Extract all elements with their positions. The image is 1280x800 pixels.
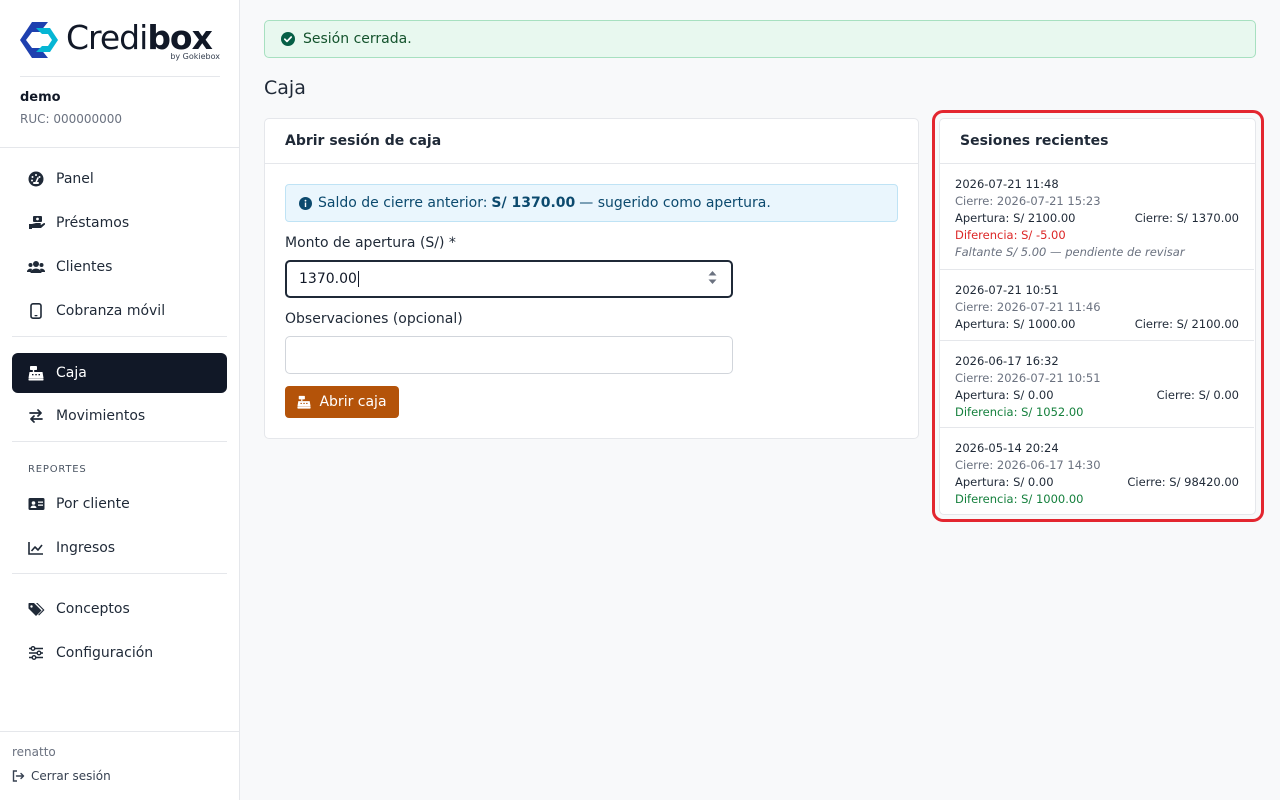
amount-label: Monto de apertura (S/) *: [285, 235, 456, 251]
notes-label: Observaciones (opcional): [285, 311, 463, 327]
nav-label: Cobranza móvil: [56, 303, 166, 319]
current-user-name: renatto: [12, 745, 56, 759]
check-circle-icon: [281, 32, 295, 46]
nav-item-settings[interactable]: Configuración: [12, 633, 227, 673]
nav-item-mobile[interactable]: Cobranza móvil: [12, 291, 227, 331]
nav-label: Configuración: [56, 645, 154, 661]
open-session-header: Abrir sesión de caja: [265, 119, 918, 164]
alert-message: Sesión cerrada.: [303, 31, 412, 47]
divider: [0, 731, 240, 732]
sliders-icon: [27, 644, 45, 662]
money-hand-icon: [27, 214, 45, 232]
logout-link[interactable]: Cerrar sesión: [12, 769, 111, 783]
notes-input[interactable]: [285, 336, 733, 374]
nav-label: Clientes: [56, 259, 113, 275]
nav-item-concepts[interactable]: Conceptos: [12, 589, 227, 629]
info-prefix: Saldo de cierre anterior:: [318, 195, 488, 211]
tags-icon: [27, 600, 45, 618]
credibox-logo-icon: [20, 22, 58, 58]
sign-out-icon: [12, 770, 25, 782]
number-spinner[interactable]: [708, 270, 717, 285]
nav-label: Caja: [56, 365, 87, 381]
org-name: demo: [20, 90, 61, 105]
open-cash-label: Abrir caja: [319, 394, 387, 410]
line-chart-icon: [27, 539, 45, 557]
nav-label: Movimientos: [56, 408, 146, 424]
open-cash-button[interactable]: Abrir caja: [285, 386, 399, 418]
reports-section-label: REPORTES: [28, 464, 87, 475]
users-icon: [27, 258, 45, 276]
spinner-down-icon[interactable]: [708, 279, 717, 285]
opening-amount-input[interactable]: 1370.00: [285, 260, 733, 298]
divider: [12, 441, 227, 442]
page-title: Caja: [264, 77, 306, 99]
nav-item-by-client[interactable]: Por cliente: [12, 484, 227, 524]
nav-label: Ingresos: [56, 540, 116, 556]
nav-item-income[interactable]: Ingresos: [12, 528, 227, 568]
org-ruc: RUC: 000000000: [20, 112, 123, 126]
nav-label: Conceptos: [56, 601, 130, 617]
info-amount: S/ 1370.00: [491, 195, 576, 211]
divider: [20, 76, 220, 77]
open-session-card: Abrir sesión de caja Saldo de cierre ant…: [264, 118, 919, 439]
divider: [12, 336, 227, 337]
sidebar: Credibox by Gokiebox demo RUC: 000000000…: [0, 0, 240, 800]
nav-item-clients[interactable]: Clientes: [12, 247, 227, 287]
gauge-icon: [27, 170, 45, 188]
nav-item-loans[interactable]: Préstamos: [12, 203, 227, 243]
text-caret: [357, 271, 359, 287]
mobile-phone-icon: [27, 302, 45, 320]
spinner-up-icon[interactable]: [708, 270, 717, 276]
cash-register-icon: [297, 395, 312, 409]
opening-amount-value: 1370.00: [299, 271, 357, 287]
nav-item-cash[interactable]: Caja: [12, 353, 227, 393]
nav-label: Por cliente: [56, 496, 130, 512]
nav-item-panel[interactable]: Panel: [12, 159, 227, 199]
success-alert: Sesión cerrada.: [264, 20, 1256, 58]
divider: [12, 573, 227, 574]
arrows-exchange-icon: [27, 407, 45, 425]
nav-label: Panel: [56, 171, 94, 187]
recent-sessions-highlight: [932, 110, 1264, 522]
brand-byline: by Gokiebox: [170, 52, 220, 61]
id-card-icon: [27, 495, 45, 513]
info-suffix: — sugerido como apertura.: [579, 195, 771, 211]
nav-label: Préstamos: [56, 215, 130, 231]
previous-balance-info: Saldo de cierre anterior: S/ 1370.00 — s…: [285, 184, 898, 222]
divider: [0, 147, 240, 148]
nav-item-movements[interactable]: Movimientos: [12, 396, 227, 436]
info-circle-icon: [299, 196, 312, 210]
logout-label: Cerrar sesión: [31, 769, 111, 783]
cash-register-icon: [27, 364, 45, 382]
brand-logo[interactable]: Credibox by Gokiebox: [20, 18, 220, 66]
